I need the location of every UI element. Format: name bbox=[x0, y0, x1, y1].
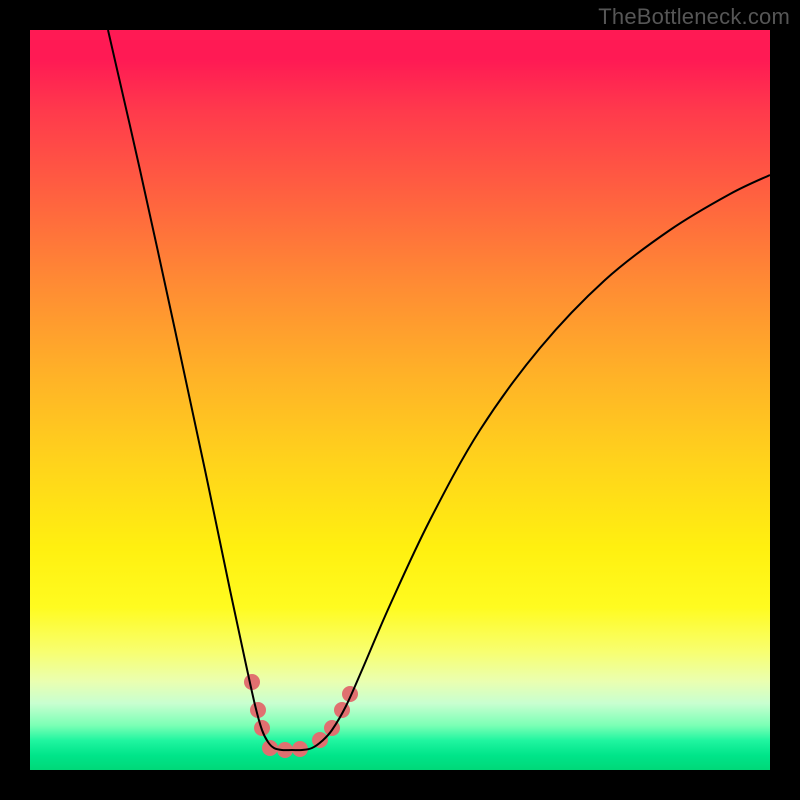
watermark-text: TheBottleneck.com bbox=[598, 4, 790, 30]
bottleneck-curve-path bbox=[108, 30, 770, 750]
chart-frame: TheBottleneck.com bbox=[0, 0, 800, 800]
curve-layer bbox=[30, 30, 770, 770]
plot-area bbox=[30, 30, 770, 770]
